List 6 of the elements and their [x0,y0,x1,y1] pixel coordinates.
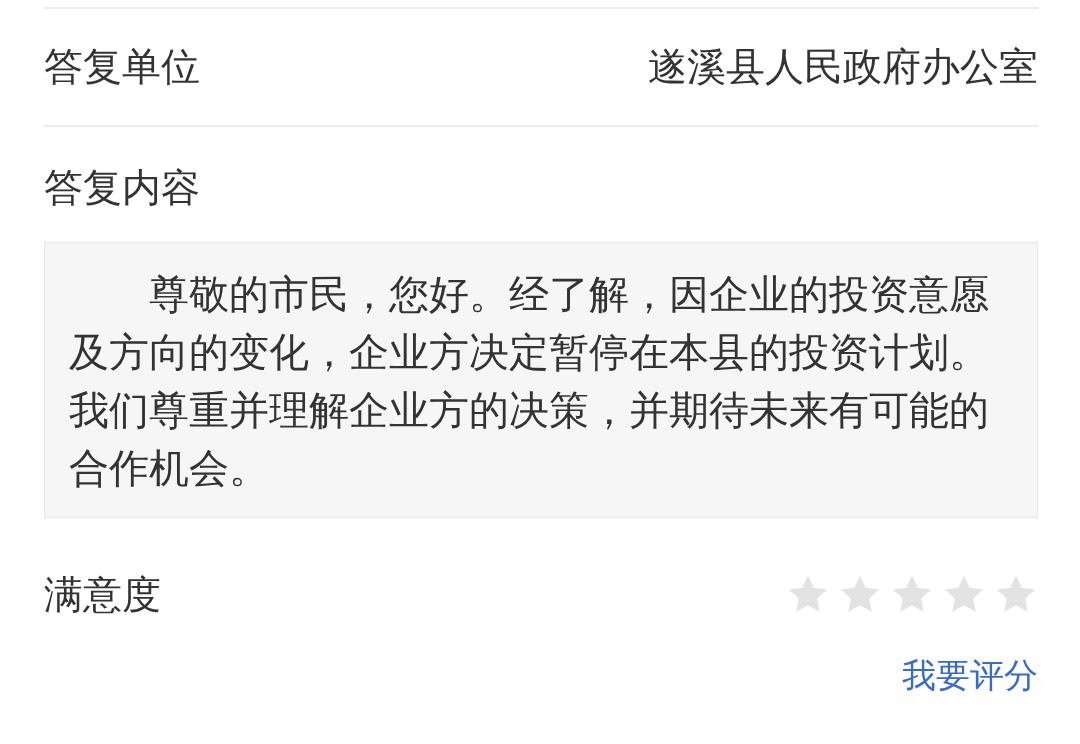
reply-text: 尊敬的市民，您好。经了解，因企业的投资意愿及方向的变化，企业方决定暂停在本县的投资计划。我们尊重并理解企业方的决策，并期待未来有可能的合作机会。 [44,241,1038,518]
rate-link[interactable]: 我要评分 [902,656,1038,694]
section-label: 答复内容 [44,164,201,212]
satisfaction-label: 满意度 [44,570,161,619]
field-value: 遂溪县人民政府办公室 [648,42,1038,91]
field-label: 答复单位 [44,42,200,91]
